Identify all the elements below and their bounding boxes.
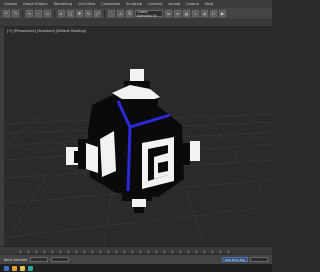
angle-snap-icon[interactable]: ∠ — [117, 10, 124, 17]
add-time-tag-button[interactable]: Add Time Tag — [221, 257, 248, 262]
named-selection-dropdown[interactable]: Create Selection Se — [135, 10, 163, 18]
render-setup-icon[interactable]: ☐ — [210, 10, 217, 17]
voxel-model[interactable] — [66, 69, 200, 213]
status-right-group: Add Time Tag — [221, 257, 272, 262]
menu-customize[interactable]: Customize — [101, 2, 120, 6]
render-icon[interactable]: ▶ — [219, 10, 226, 17]
status-bar: None Selected Add Time Tag — [0, 254, 272, 264]
main-toolbar: ↶ ↷ ∞ ⌁ ≈ ▸ □ ✥ ↻ ⤢ ∴ ∠ % Create Selecti… — [0, 8, 272, 20]
model-right-spiral-core — [158, 161, 168, 173]
menu-arnold[interactable]: Arnold — [168, 2, 180, 6]
selection-status: None Selected — [4, 257, 28, 262]
menu-graph-editors[interactable]: Graph Editors — [23, 2, 48, 6]
move-icon[interactable]: ✥ — [76, 10, 83, 17]
select-region-icon[interactable]: □ — [67, 10, 74, 17]
scale-icon[interactable]: ⤢ — [94, 10, 101, 17]
rotate-icon[interactable]: ↻ — [85, 10, 92, 17]
menu-bar: Graphs Graph Editors Rendering Civil Vie… — [0, 0, 272, 8]
mirror-icon[interactable]: ⇋ — [165, 10, 172, 17]
menu-rendering[interactable]: Rendering — [54, 2, 72, 6]
snap-icon[interactable]: ∴ — [108, 10, 115, 17]
material-editor-icon[interactable]: ◍ — [201, 10, 208, 17]
start-icon[interactable] — [4, 265, 9, 271]
model-bottom-white — [132, 199, 146, 207]
model-right-arm-white — [190, 141, 200, 161]
toolbar-divider — [22, 9, 23, 18]
toolbar-divider — [104, 9, 105, 18]
model-left-tip-black — [74, 151, 80, 163]
viewport-label[interactable]: [+] [Perspective] [Standard] [Default Sh… — [7, 29, 86, 33]
align-icon[interactable]: ≡ — [174, 10, 181, 17]
browser-icon[interactable] — [12, 265, 17, 271]
app-icon[interactable] — [28, 265, 33, 271]
menu-help[interactable]: Help — [205, 2, 213, 6]
ribbon-bar — [0, 20, 272, 27]
model-bottom-tip — [134, 207, 144, 213]
menu-content[interactable]: Content — [148, 2, 162, 6]
unlink-icon[interactable]: ⌁ — [35, 10, 42, 17]
coordinate-field-y[interactable] — [51, 257, 70, 262]
model-left-arm-white — [86, 143, 98, 173]
select-icon[interactable]: ▸ — [58, 10, 65, 17]
viewport-canvas[interactable] — [4, 27, 272, 246]
bind-icon[interactable]: ≈ — [44, 10, 51, 17]
menu-scripting[interactable]: Scripting — [126, 2, 142, 6]
menu-graphs[interactable]: Graphs — [4, 2, 17, 6]
os-taskbar — [0, 264, 272, 272]
link-icon[interactable]: ∞ — [26, 10, 33, 17]
layer-icon[interactable]: ▤ — [183, 10, 190, 17]
coordinate-field-x[interactable] — [30, 257, 49, 262]
model-left-face-stripe — [100, 131, 116, 177]
model-top-black-rim — [118, 99, 158, 105]
undo-icon[interactable]: ↶ — [3, 10, 10, 17]
perspective-viewport[interactable]: [+] [Perspective] [Standard] [Default Sh… — [4, 27, 272, 246]
model-right-arm-black — [182, 143, 190, 165]
frame-field[interactable] — [250, 257, 268, 262]
menu-corona[interactable]: Corona — [186, 2, 199, 6]
curve-editor-icon[interactable]: ∿ — [192, 10, 199, 17]
model-top-cap — [130, 69, 144, 81]
toolbar-divider — [54, 9, 55, 18]
redo-icon[interactable]: ↷ — [12, 10, 19, 17]
folder-icon[interactable] — [20, 265, 25, 271]
percent-snap-icon[interactable]: % — [126, 10, 133, 17]
menu-civil-view[interactable]: Civil View — [78, 2, 95, 6]
timeline[interactable] — [0, 246, 272, 254]
timeline-ruler — [20, 250, 232, 253]
